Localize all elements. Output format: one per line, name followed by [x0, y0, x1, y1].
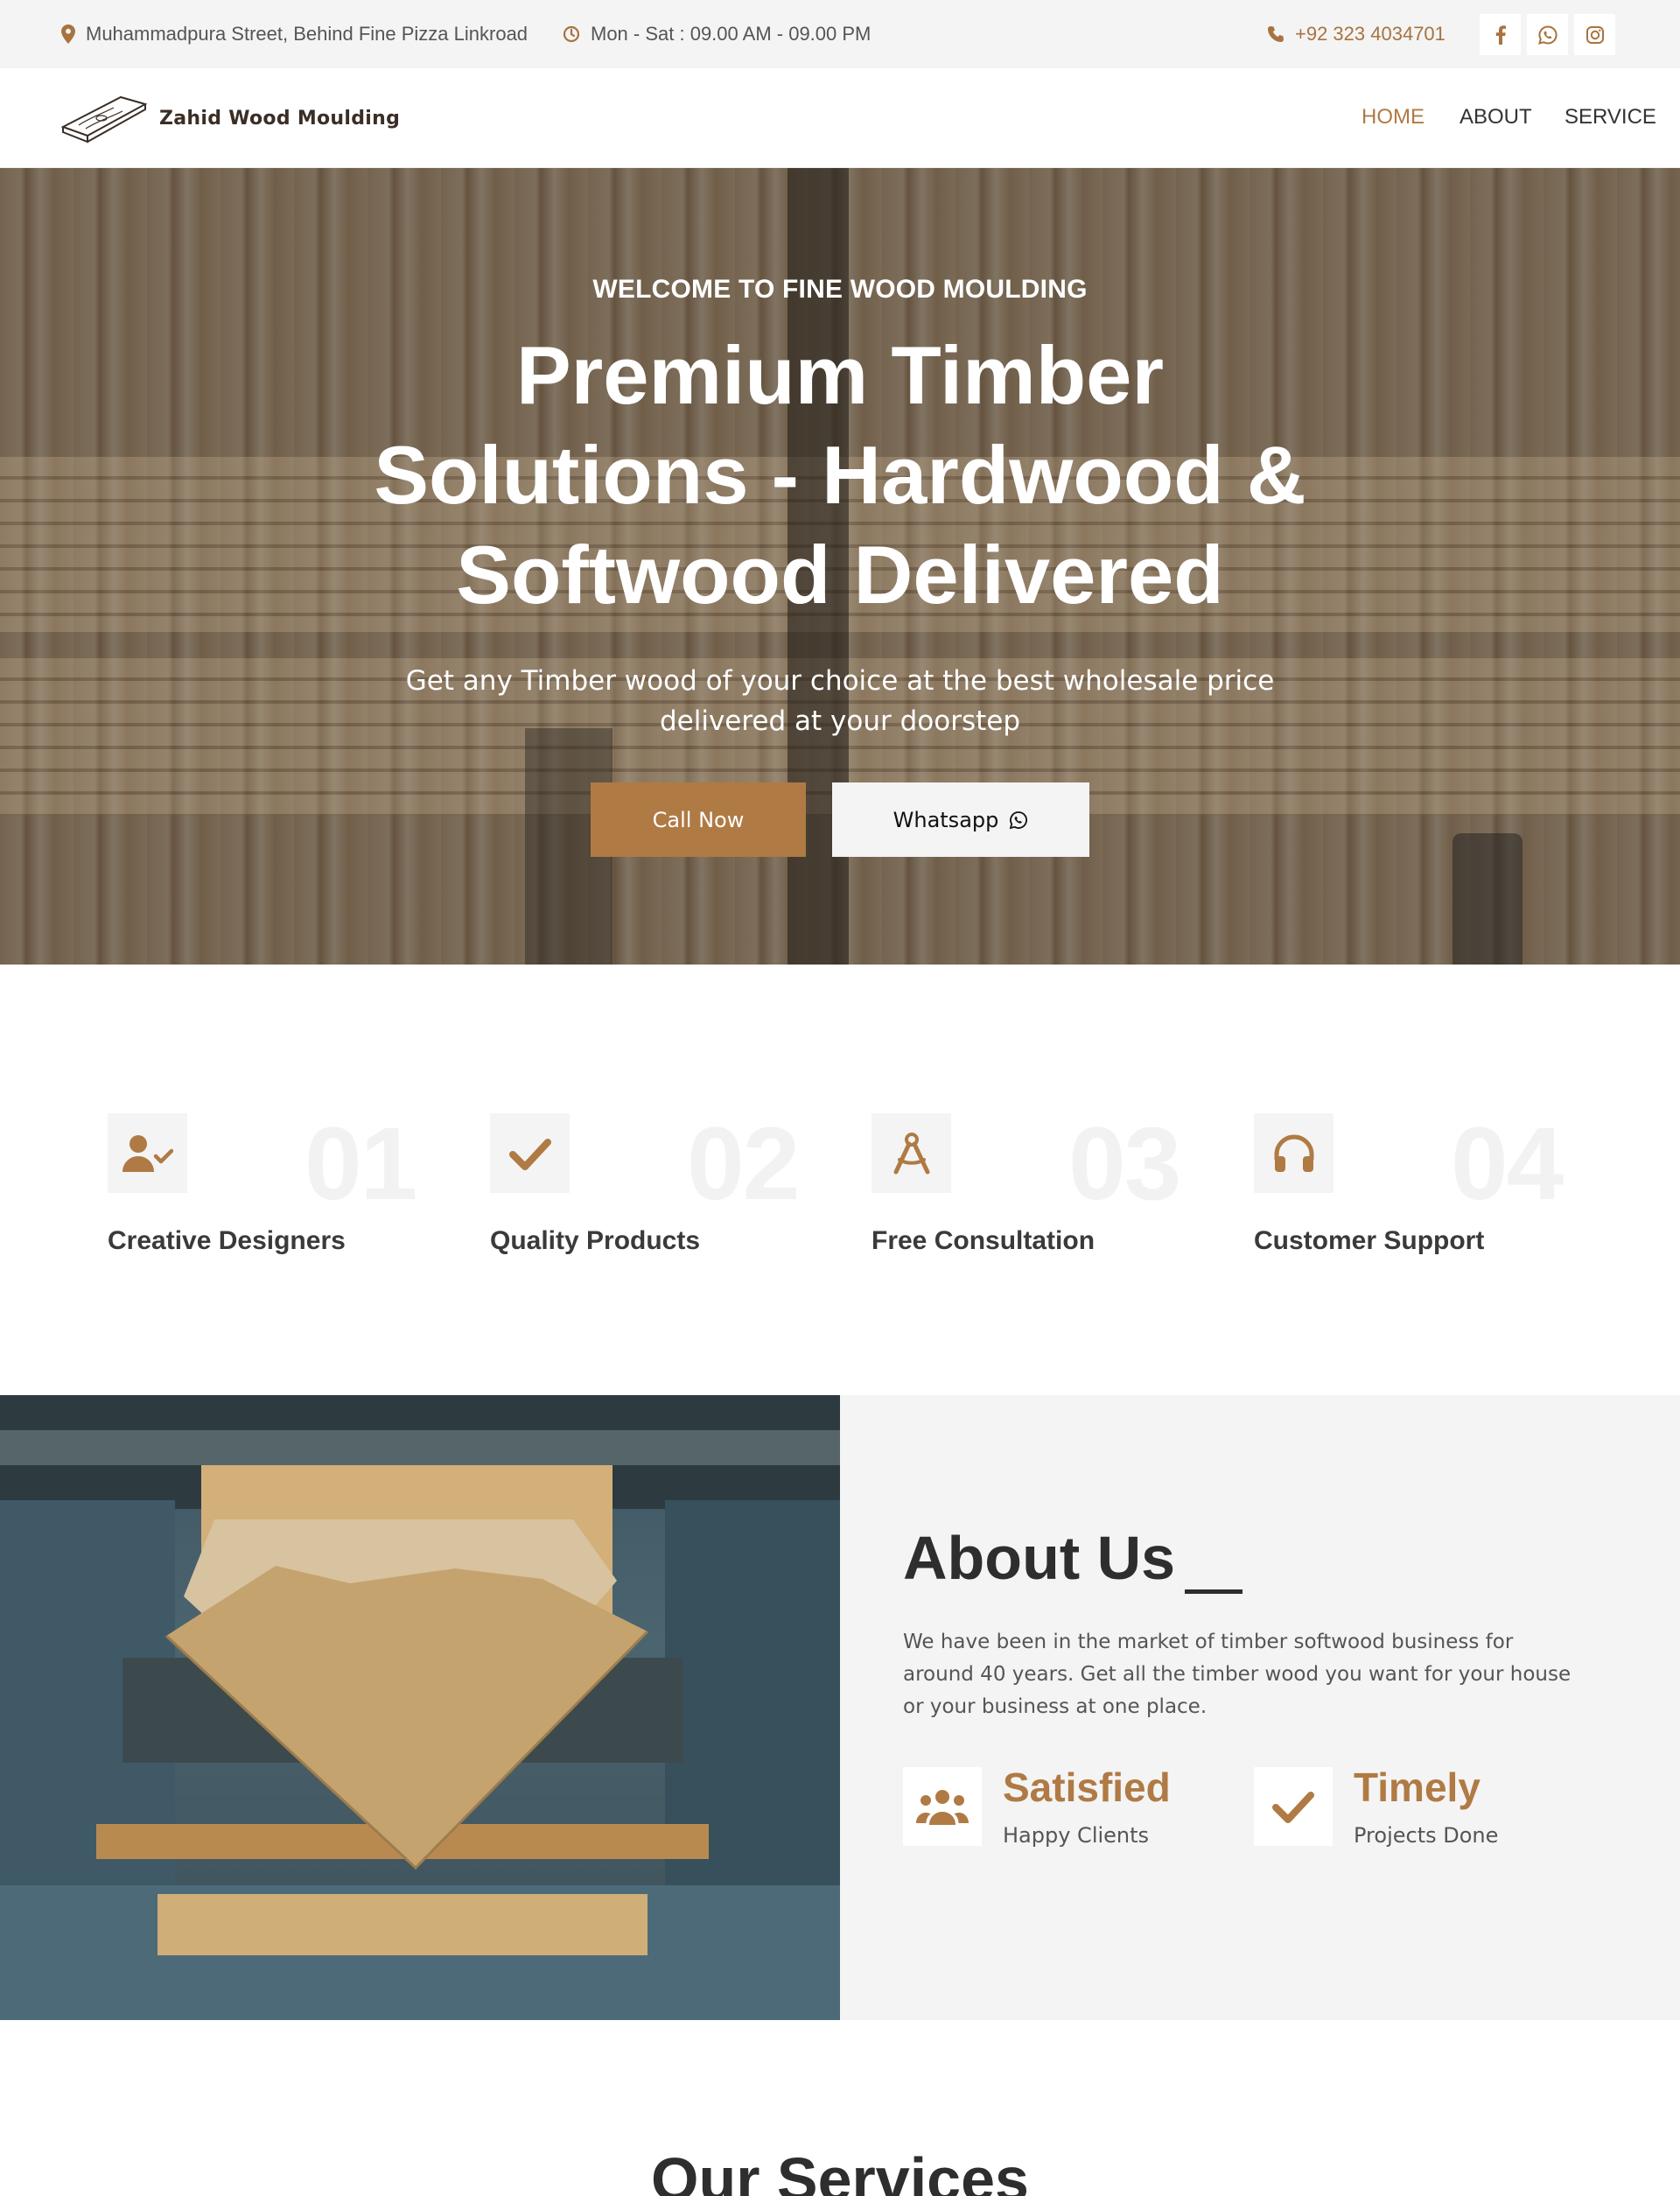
phone-text: +92 323 4034701	[1295, 23, 1446, 45]
user-check-icon	[122, 1134, 173, 1172]
facebook-icon	[1495, 25, 1506, 45]
hours-text: Mon - Sat : 09.00 AM - 09.00 PM	[591, 23, 872, 45]
stat-subtitle-happy-clients: Happy Clients	[1003, 1823, 1150, 1848]
whatsapp-icon	[1010, 810, 1028, 829]
feature-icon-box	[872, 1113, 951, 1193]
check-icon	[1272, 1792, 1314, 1823]
about-image	[0, 1395, 840, 2020]
hero-subtitle: Get any Timber wood of your choice at th…	[405, 665, 1275, 737]
stat-subtitle-projects-done: Projects Done	[1354, 1823, 1499, 1848]
whatsapp-button[interactable]: Whatsapp	[832, 782, 1089, 857]
feature-icon-box	[490, 1113, 570, 1193]
hours-info: Mon - Sat : 09.00 AM - 09.00 PM	[563, 0, 871, 68]
feature-icon-box	[108, 1113, 187, 1193]
stat-icon-box	[903, 1767, 982, 1846]
feature-number: 02	[687, 1106, 800, 1222]
whatsapp-label: Whatsapp	[892, 807, 999, 832]
hero-title: Premium Timber Solutions - Hardwood & So…	[374, 329, 1306, 621]
nav-link-about[interactable]: ABOUT	[1460, 105, 1532, 130]
feature-title: Creative Designers	[108, 1226, 346, 1255]
main-navbar: Zahid Wood Moulding HOME ABOUT SERVICE	[0, 68, 1680, 168]
about-photo-planer-machine	[0, 1395, 840, 2020]
feature-number: 04	[1451, 1106, 1564, 1222]
whatsapp-icon	[1537, 25, 1558, 45]
top-info-bar: Muhammadpura Street, Behind Fine Pizza L…	[0, 0, 1680, 68]
stat-icon-box	[1254, 1767, 1333, 1846]
call-now-label: Call Now	[652, 807, 745, 832]
address-info: Muhammadpura Street, Behind Fine Pizza L…	[61, 0, 528, 68]
users-icon	[916, 1790, 969, 1825]
facebook-button[interactable]	[1480, 14, 1521, 55]
about-title-underline	[1185, 1589, 1242, 1594]
headphones-icon	[1274, 1134, 1313, 1172]
nav-link-service[interactable]: SERVICE	[1564, 105, 1656, 130]
stat-title-timely: Timely	[1354, 1765, 1480, 1810]
feature-number: 01	[304, 1106, 417, 1222]
map-pin-icon	[61, 25, 75, 44]
hero-kicker: WELCOME TO FINE WOOD MOULDING	[592, 275, 1088, 304]
hero-section: WELCOME TO FINE WOOD MOULDING Premium Ti…	[0, 168, 1680, 965]
feature-creative-designers: 01 Creative Designers	[108, 1106, 458, 1288]
feature-icon-box	[1254, 1113, 1334, 1193]
wood-plank-logo-icon	[61, 95, 147, 144]
call-now-button[interactable]: Call Now	[591, 782, 806, 857]
whatsapp-social-button[interactable]	[1527, 14, 1568, 55]
services-title: Our Services	[651, 2145, 1029, 2196]
feature-free-consultation: 03 Free Consultation	[872, 1106, 1222, 1288]
site-logo[interactable]: Zahid Wood Moulding	[61, 92, 400, 144]
feature-customer-support: 04 Customer Support	[1254, 1106, 1604, 1288]
logo-text: Zahid Wood Moulding	[159, 107, 401, 130]
feature-number: 03	[1068, 1106, 1181, 1222]
about-title: About Us	[903, 1524, 1176, 1592]
clock-icon	[563, 25, 580, 43]
feature-title: Quality Products	[490, 1226, 701, 1255]
check-icon	[508, 1138, 551, 1170]
instagram-icon	[1586, 25, 1604, 44]
nav-link-home[interactable]: HOME	[1362, 105, 1424, 130]
instagram-button[interactable]	[1574, 14, 1615, 55]
about-text: We have been in the market of timber sof…	[903, 1631, 1572, 1718]
compass-drafting-icon	[893, 1132, 929, 1174]
feature-title: Free Consultation	[872, 1226, 1096, 1255]
phone-icon	[1268, 26, 1284, 42]
feature-quality-products: 02 Quality Products	[490, 1106, 840, 1288]
address-text: Muhammadpura Street, Behind Fine Pizza L…	[86, 23, 528, 45]
hero-bg-bolt	[1452, 833, 1522, 965]
phone-link[interactable]: +92 323 4034701	[1267, 0, 1446, 68]
feature-title: Customer Support	[1254, 1226, 1485, 1255]
stat-title-satisfied: Satisfied	[1003, 1765, 1171, 1810]
